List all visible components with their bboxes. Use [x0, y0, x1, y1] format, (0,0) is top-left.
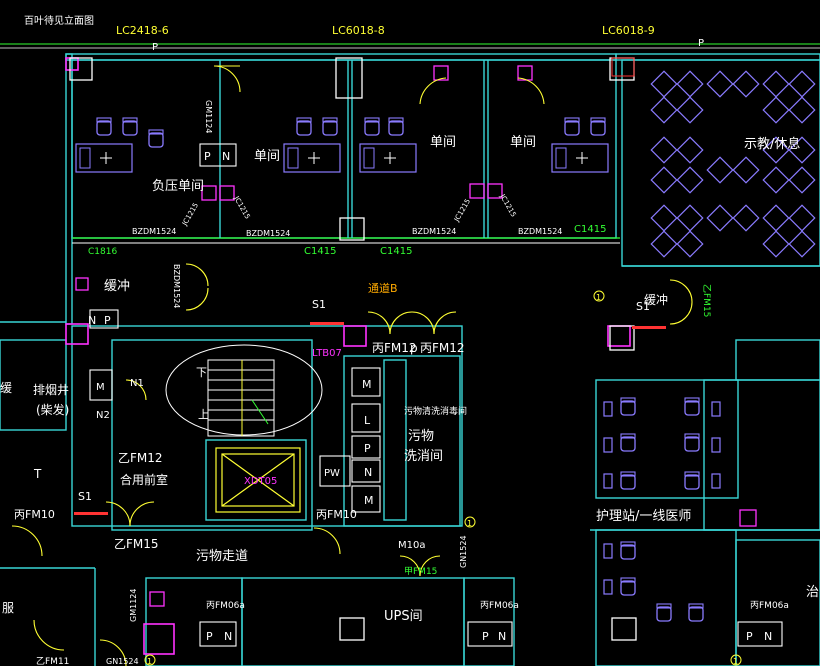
shaft-n-label: N — [364, 466, 372, 479]
n2-label: N2 — [96, 410, 110, 421]
yfm12-label: 乙FM12 — [118, 451, 163, 465]
s1-a-label: S1 — [312, 298, 326, 311]
sewage-label: 污物 — [408, 429, 434, 444]
bzdm1524-d-label: BZDM1524 — [518, 227, 562, 236]
shaft-m2-label: M — [364, 494, 374, 507]
c1415-a-label: C1415 — [304, 246, 336, 257]
c1415-b-label: C1415 — [380, 246, 412, 257]
axis-marker-1: 1 — [596, 293, 601, 302]
axis-marker-2: 1 — [467, 519, 472, 528]
lc6018-b-label: LC6018-9 — [602, 24, 655, 37]
sewage-title-label: 污物清洗消毒间 — [404, 405, 467, 417]
axis-marker-3: 1 — [147, 657, 152, 666]
passage-b-label: 通道B — [368, 281, 398, 295]
bzdm1524-v-label: BZDM1524 — [172, 264, 181, 308]
np-p-label: P — [104, 314, 111, 327]
buffer-left-label: 缓冲 — [104, 279, 130, 294]
cut-left-label: 缓 — [0, 381, 12, 395]
axis-marker-4: 1 — [733, 657, 738, 666]
negative-pressure-room-label: 负压单间 — [152, 179, 204, 194]
c1415-c-label: C1415 — [574, 224, 606, 235]
xdt05-label: XDT05 — [244, 476, 277, 487]
bottom-p3-label: P — [746, 630, 753, 643]
s1-c-label: S1 — [78, 490, 92, 503]
np-n-label: N — [88, 314, 96, 327]
gn1524-b-label: GN1524 — [106, 657, 139, 666]
bottom-n2-label: N — [498, 630, 506, 643]
shaft-p-label: P — [364, 442, 371, 455]
yfm11-label: 乙FM11 — [36, 656, 69, 666]
m-label: M — [96, 382, 105, 393]
clothes-label: 服 — [2, 601, 14, 615]
single-room-c-label: 单间 — [510, 135, 536, 150]
gm1124-b-label: GM1124 — [129, 589, 138, 622]
gfm15-label: 甲FM15 — [404, 566, 437, 577]
bfm06a-c-label: 丙FM06a — [750, 600, 789, 611]
combined-vestibule-label: 合用前室 — [120, 472, 168, 487]
floor-plan-drawing: 百叶待见立面图 LC2418-6 LC6018-8 LC6018-9 P P G… — [0, 14, 820, 666]
bottom-n1-label: N — [224, 630, 232, 643]
bottom-p1-label: P — [206, 630, 213, 643]
bottom-n3-label: N — [764, 630, 772, 643]
jc1215-d-label: JC1215 — [498, 192, 518, 218]
bfm12-b-label: 丙FM12 — [420, 341, 465, 355]
pipe-shaft-sub-label: (柴发) — [36, 402, 69, 417]
dirty-corridor-label: 污物走道 — [196, 549, 248, 564]
treatment-label: 治 — [806, 585, 819, 600]
shaft-pw-label: PW — [324, 468, 340, 479]
single-room-b-label: 单间 — [430, 135, 456, 150]
pn-n-label: N — [222, 150, 230, 163]
lc6018-a-label: LC6018-8 — [332, 24, 385, 37]
teaching-rest-label: 示教/休息 — [744, 136, 800, 152]
gfm15-right-label: 乙FM15 — [701, 284, 712, 317]
shaft-l-label: L — [364, 414, 371, 427]
gm1124-label: GM1124 — [204, 100, 213, 133]
s1-b-label: S1 — [636, 300, 650, 313]
nurse-station-label: 护理站/一线医师 — [596, 509, 691, 524]
m10a-label: M10a — [398, 540, 425, 551]
bfm10-b-label: 丙FM10 — [316, 508, 357, 521]
jc1215-a-label: JC1215 — [180, 202, 200, 228]
lc2418-label: LC2418-6 — [116, 24, 169, 37]
bzdm1524-b-label: BZDM1524 — [246, 229, 290, 238]
bfm10-a-label: 丙FM10 — [14, 508, 55, 521]
bfm12-p-label: p — [410, 341, 418, 355]
stair — [207, 359, 275, 437]
jc1215-b-label: JC1215 — [232, 194, 252, 220]
pipe-shaft-label: 排烟井 — [33, 383, 69, 397]
stair-down-label: 下 — [196, 366, 207, 379]
jc1215-c-label: JC1215 — [452, 198, 472, 224]
p-label-2: P — [698, 38, 704, 49]
n1-label: N1 — [130, 378, 144, 389]
gn1524-a-label: GN1524 — [459, 535, 468, 568]
t-label: T — [33, 467, 42, 481]
top-left-sign: 百叶待见立面图 — [24, 14, 94, 27]
c1816-label: C1816 — [88, 247, 117, 257]
ups-label: UPS间 — [384, 609, 423, 624]
stair-up-label: 上 — [198, 408, 209, 421]
bfm06a-a-label: 丙FM06a — [206, 600, 245, 611]
single-room-a-label: 单间 — [254, 149, 280, 164]
shaft-m1-label: M — [362, 378, 372, 391]
bottom-p2-label: P — [482, 630, 489, 643]
bzdm1524-c-label: BZDM1524 — [412, 227, 456, 236]
cyan-columns — [69, 57, 637, 641]
bzdm1524-a-label: BZDM1524 — [132, 227, 176, 236]
yfm15-label: 乙FM15 — [114, 537, 159, 551]
ltb07-label: LTB07 — [312, 348, 342, 359]
p-label-1: P — [152, 42, 158, 53]
bfm06a-b-label: 丙FM06a — [480, 600, 519, 611]
pn-p-label: P — [204, 150, 211, 163]
wash-label: 洗消间 — [404, 449, 443, 464]
